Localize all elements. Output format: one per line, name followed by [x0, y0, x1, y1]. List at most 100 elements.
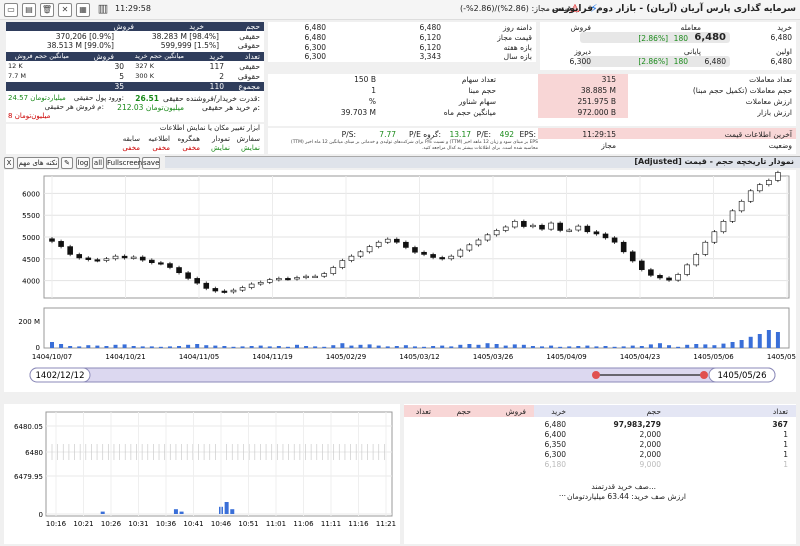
price-chart[interactable]: 6000 5500 5000 4500 4000 200 M 01404/10/07 1404… [4, 170, 800, 392]
tool-orders-state[interactable]: نمایش [241, 144, 260, 152]
volume-bar [485, 343, 490, 348]
header-sell-volume-col: حجم [456, 407, 471, 416]
volume-tick-label: 200 M [18, 318, 40, 326]
draw-icon[interactable]: ✎ [61, 157, 73, 169]
candle-body [666, 277, 672, 281]
candle-body [484, 234, 491, 241]
candle-body [266, 279, 273, 283]
tool-notice[interactable]: اطلاعیه [148, 135, 170, 143]
x-tick-label: 10:26 [101, 520, 122, 528]
legal-sell-count: 5 [119, 72, 124, 81]
candle-body [575, 225, 582, 231]
label-total: مجموع [238, 82, 260, 91]
daily-range-label: دامنه روز [503, 23, 532, 32]
tool-notice-state[interactable]: مخفی [152, 144, 170, 152]
range-handle-left [592, 371, 600, 379]
document-icon[interactable]: ▤ [22, 3, 36, 17]
close-chart-button[interactable]: X [4, 157, 14, 169]
ps-label: P/S: [341, 130, 356, 139]
tool-group[interactable]: همگروه [177, 135, 200, 143]
tool-chart-state[interactable]: نمایش [211, 144, 230, 152]
candle-body [321, 273, 328, 277]
volume-bar [276, 346, 281, 348]
log-button[interactable]: log [76, 157, 90, 169]
volume-bar [603, 346, 608, 348]
window-icon[interactable]: ▭ [4, 3, 18, 17]
candle-body [403, 241, 409, 248]
candle-body [729, 210, 736, 222]
order-volume: 2,000 [639, 430, 661, 439]
all-button[interactable]: all [92, 157, 104, 169]
tools-icon[interactable]: ✕ [58, 3, 72, 17]
header-sell-price-col: فروش [505, 407, 526, 416]
x-tick-label: 1405/03/26 [473, 353, 514, 361]
first-label: اولین [776, 47, 792, 56]
eps-value: 492 [499, 130, 514, 139]
volume-plot-area [43, 307, 790, 349]
trade-label: معامله [680, 23, 701, 32]
volume-bar [358, 344, 363, 348]
buy-queue-value: ارزش صف خرید: 63.44 میلیاردتومان [566, 492, 686, 501]
fullscreen-button[interactable]: Fullscreen [106, 157, 142, 169]
order-price: 6,300 [544, 450, 566, 459]
tool-history[interactable]: سابقه [123, 135, 140, 143]
volume-bar [213, 345, 218, 348]
candle-body [167, 263, 173, 268]
trade-price: 6,480 [694, 32, 726, 43]
candle-body [775, 172, 781, 181]
notes-icon[interactable]: ▦ [76, 3, 90, 17]
header-avg-buy: میانگین حجم خرید [134, 52, 184, 60]
volume-bar [68, 346, 73, 348]
close-change: [2.86%] [638, 57, 668, 66]
x-tick-label: 11:21 [376, 520, 396, 528]
candle-body [602, 233, 609, 239]
candle-body [394, 238, 400, 243]
tool-orders[interactable]: سفارش [237, 135, 260, 143]
volume-bar [204, 345, 209, 348]
volume-bar [149, 346, 154, 348]
tool-chart[interactable]: تمودار [212, 135, 230, 143]
group-pe-label: P/E گروه: [409, 130, 441, 139]
x-tick-label: 1405/02/29 [326, 353, 366, 361]
volume-bar [385, 346, 390, 348]
price-chart-panel: 6000 5500 5000 4500 4000 200 M 0 1404/10/07 1404… [4, 170, 800, 392]
legal-avg-sell: 7.7 M [8, 72, 27, 80]
volume-bar [540, 346, 544, 348]
volume-bar [458, 344, 463, 348]
buy-sell-panel: حجم خرید فروش حقیقی 38.283 M [98.4%] 370… [6, 22, 264, 122]
eps-panel: EPS: 492 P/E: 13.17 P/E گروه: 7.77 P/S: … [268, 128, 796, 154]
volume-bar [173, 509, 178, 514]
intraday-chart[interactable]: 6480.05 6480 6479.95 010:16 10:21 10:26 10:31 1… [4, 404, 400, 544]
delete-icon[interactable]: 🗑 [40, 3, 54, 17]
candle-body [294, 277, 300, 280]
label-legal: حقوقی [237, 41, 260, 50]
chart-icon[interactable]: ▥ [96, 3, 110, 17]
tool-group-state[interactable]: مخفی [182, 144, 200, 152]
x-tick-label: 1404/11/19 [252, 353, 292, 361]
order-price: 6,180 [544, 460, 566, 469]
tool-history-state[interactable]: مخفی [122, 144, 140, 152]
y-tick-label: 6479.95 [14, 473, 43, 481]
clock-time: 11:29:58 [115, 4, 151, 13]
volume-bar [179, 511, 184, 514]
daily-high: 6,480 [304, 23, 326, 32]
volume-bar [95, 345, 100, 348]
order-book: تعداد حجم خرید فروش حجم تعداد 367 97,983,… [404, 404, 796, 544]
real-avg-sell: 12 K [8, 62, 23, 70]
save-button[interactable]: save [142, 157, 160, 169]
volume-bar [676, 346, 681, 348]
volume-bar [621, 346, 626, 348]
volume-bar [295, 344, 299, 348]
volume-bar [104, 346, 109, 348]
candle-body [421, 251, 427, 255]
x-tick-label: 1405/05/06 [693, 353, 734, 361]
volume-bar [195, 344, 200, 348]
float-value: % [368, 97, 376, 106]
volume-bar [703, 344, 708, 348]
order-count: 367 [772, 420, 788, 429]
candle-body [158, 262, 164, 265]
volume-bar [549, 345, 554, 348]
volume-bar [639, 346, 644, 348]
order-price: 6,480 [544, 420, 566, 429]
notes-button[interactable]: نکته های مهم [17, 157, 59, 169]
